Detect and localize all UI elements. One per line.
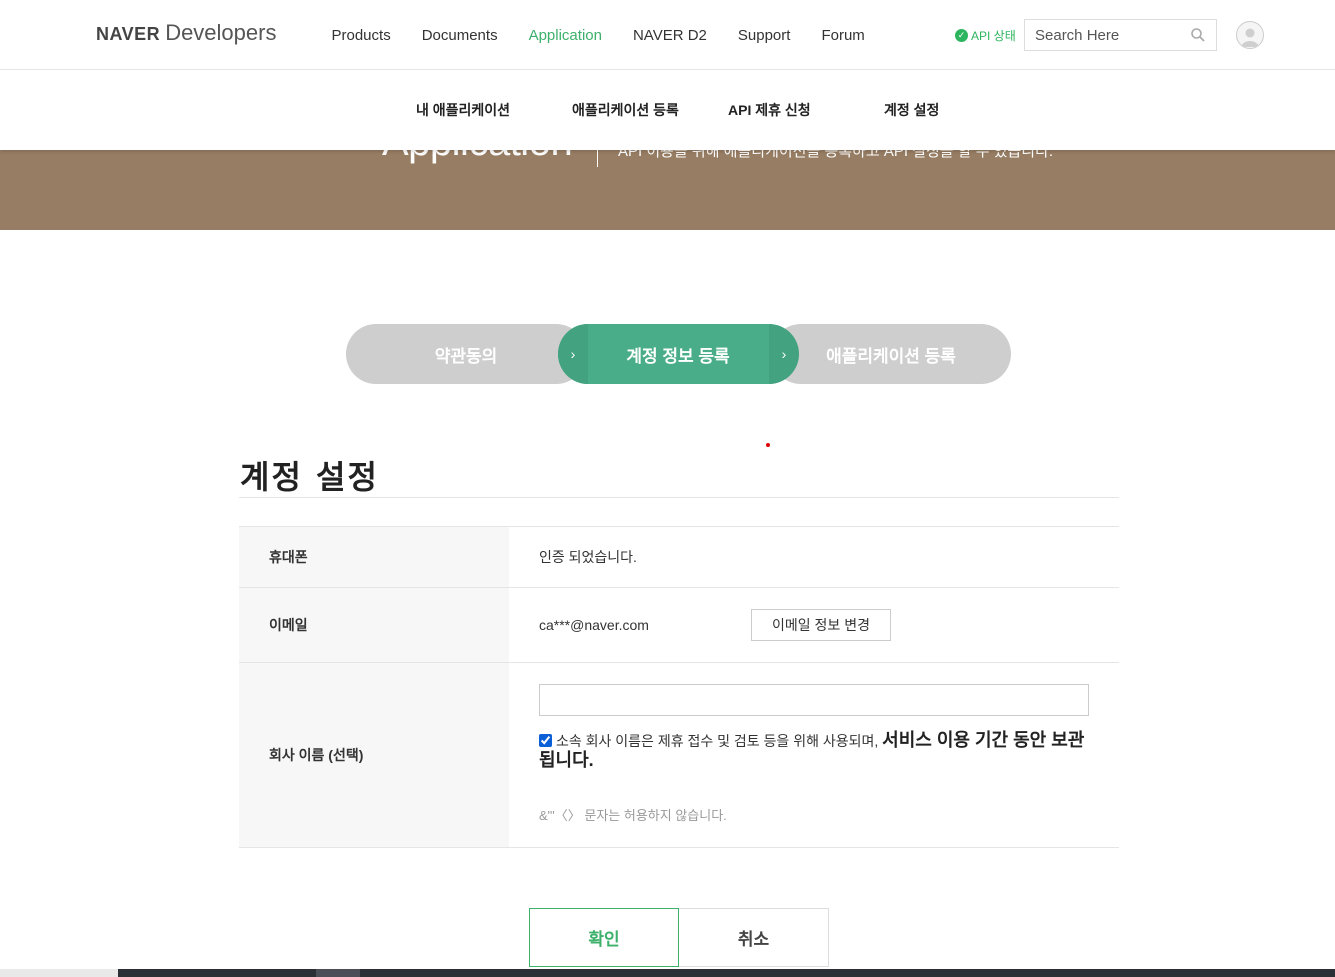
api-status-label: API 상태: [971, 29, 1016, 43]
change-email-button[interactable]: 이메일 정보 변경: [751, 609, 891, 641]
account-form: 휴대폰 인증 되었습니다. 이메일 ca***@naver.com 이메일 정보…: [239, 526, 1119, 848]
email-label: 이메일: [239, 588, 509, 662]
company-cell: 소속 회사 이름은 제휴 접수 및 검토 등을 위해 사용되며, 서비스 이용 …: [509, 663, 1119, 847]
nav-support[interactable]: Support: [722, 27, 806, 44]
search-input[interactable]: [1025, 20, 1185, 50]
main-nav: Products Documents Application NAVER D2 …: [316, 0, 880, 70]
logo-developers-text: Developers: [165, 20, 277, 45]
page-title: 계정 설정: [240, 458, 379, 496]
phone-status: 인증 되었습니다.: [539, 549, 637, 565]
subnav-api-partnership[interactable]: API 제휴 신청: [728, 100, 811, 120]
logo-naver-text: NAVER: [96, 24, 161, 44]
taskbar-left-area: [0, 969, 118, 977]
email-cell: ca***@naver.com 이메일 정보 변경: [509, 588, 1119, 662]
step-indicator: 약관동의 애플리케이션 등록 계정 정보 등록 › ›: [346, 324, 1011, 384]
api-status-link[interactable]: ✓ API 상태: [955, 27, 1016, 44]
page-banner: Application API 이용을 위해 애플리케이션을 등록하고 API …: [0, 150, 1335, 230]
user-avatar-icon[interactable]: [1236, 21, 1264, 49]
table-row: 휴대폰 인증 되었습니다.: [239, 527, 1119, 588]
check-circle-icon: ✓: [955, 29, 968, 42]
naver-developers-logo[interactable]: NAVER Developers: [96, 20, 276, 48]
cancel-button[interactable]: 취소: [679, 908, 829, 967]
taskbar-strip: [0, 969, 1335, 977]
red-dot-marker: [766, 443, 770, 447]
phone-label: 휴대폰: [239, 527, 509, 587]
nav-naver-d2[interactable]: NAVER D2: [617, 27, 722, 44]
subnav-account-settings[interactable]: 계정 설정: [884, 100, 939, 120]
banner-divider: [597, 150, 598, 167]
step-label: 계정 정보 등록: [626, 346, 730, 366]
search-box: [1024, 19, 1217, 51]
table-row: 이메일 ca***@naver.com 이메일 정보 변경: [239, 588, 1119, 663]
subnav-my-applications[interactable]: 내 애플리케이션: [416, 100, 510, 120]
table-row: 회사 이름 (선택) 소속 회사 이름은 제휴 접수 및 검토 등을 위해 사용…: [239, 663, 1119, 848]
step-label: 애플리케이션 등록: [826, 346, 956, 366]
company-label: 회사 이름 (선택): [239, 663, 509, 847]
step-terms-agreement: 약관동의: [346, 324, 586, 384]
banner-description: API 이용을 위해 애플리케이션을 등록하고 API 설정을 할 수 있습니다…: [618, 150, 1054, 160]
confirm-button[interactable]: 확인: [529, 908, 679, 967]
sub-nav: 내 애플리케이션 애플리케이션 등록 API 제휴 신청 계정 설정: [0, 70, 1335, 150]
step-application-registration: 애플리케이션 등록: [771, 324, 1011, 384]
nav-products[interactable]: Products: [316, 27, 406, 44]
taskbar-item[interactable]: [316, 969, 360, 977]
title-divider: [239, 497, 1119, 498]
email-value: ca***@naver.com: [539, 617, 649, 633]
company-consent: 소속 회사 이름은 제휴 접수 및 검토 등을 위해 사용되며, 서비스 이용 …: [539, 731, 1099, 771]
nav-application[interactable]: Application: [513, 27, 617, 44]
consent-text: 소속 회사 이름은 제휴 접수 및 검토 등을 위해 사용되며,: [556, 733, 883, 749]
step-label: 약관동의: [434, 346, 498, 366]
input-hint: &"'〈〉 문자는 허용하지 않습니다.: [539, 808, 727, 823]
step-account-info: 계정 정보 등록: [558, 324, 798, 384]
top-header: NAVER Developers Products Documents Appl…: [0, 0, 1335, 70]
subnav-register-application[interactable]: 애플리케이션 등록: [572, 100, 679, 120]
banner-title: Application: [382, 150, 573, 165]
nav-forum[interactable]: Forum: [806, 27, 880, 44]
company-name-input[interactable]: [539, 684, 1089, 716]
search-icon[interactable]: [1190, 27, 1206, 43]
nav-documents[interactable]: Documents: [406, 27, 513, 44]
consent-checkbox[interactable]: [539, 734, 552, 747]
